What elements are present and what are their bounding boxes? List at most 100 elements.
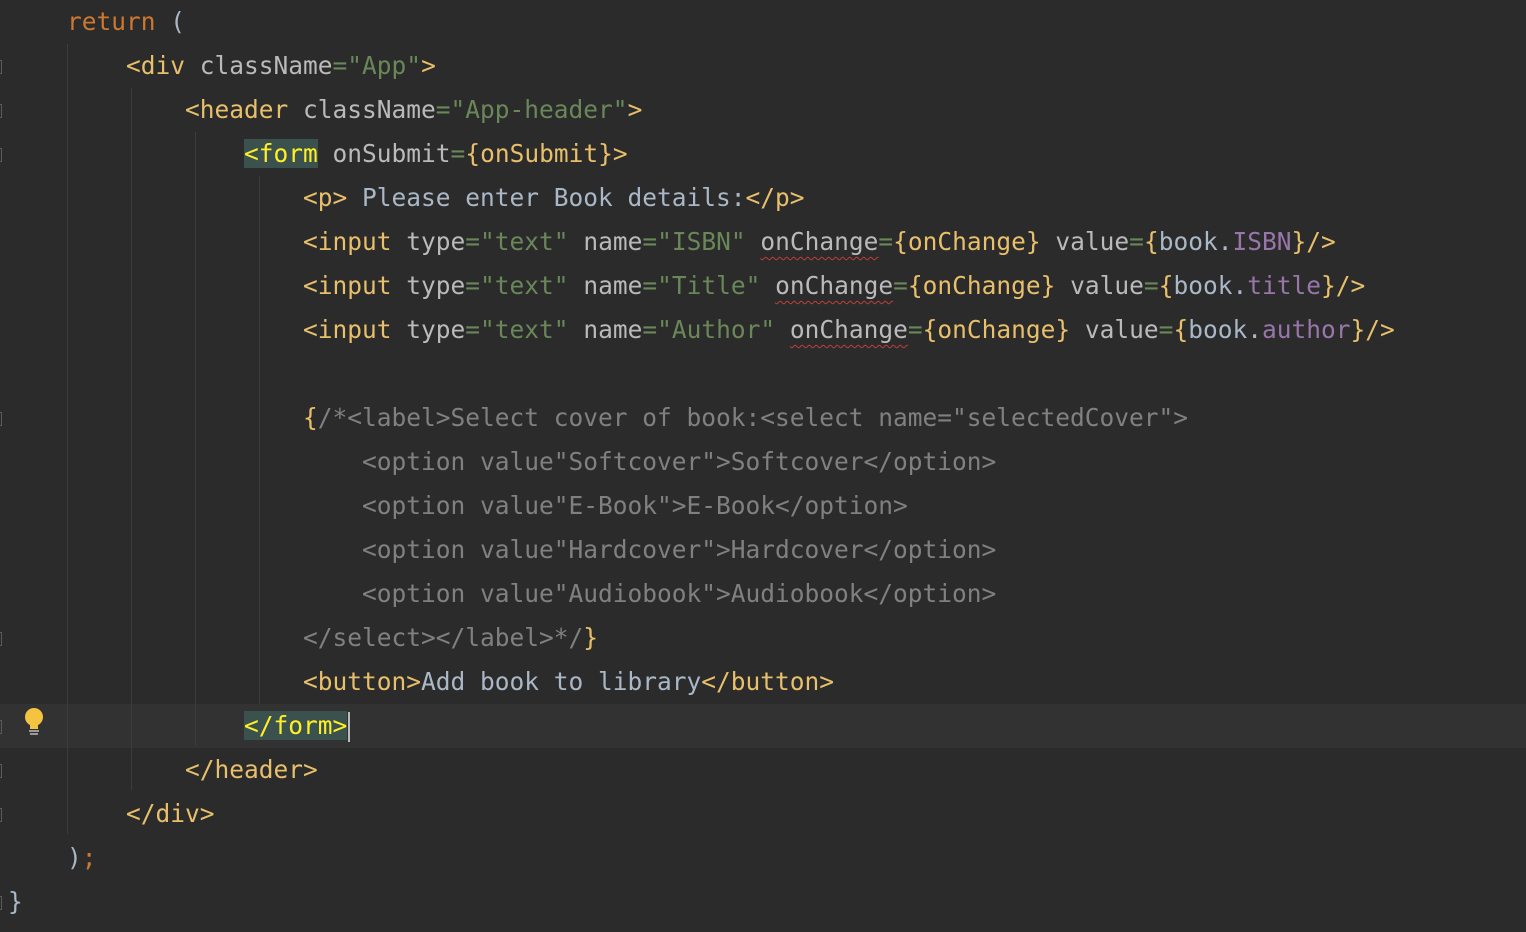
code-line[interactable]: <div className="App"> (8, 44, 436, 88)
text-caret (348, 712, 351, 742)
code-line[interactable]: </form> (8, 704, 351, 748)
code-line[interactable]: <input type="text" name="ISBN" onChange =… (8, 220, 1336, 264)
code-line[interactable]: </div> (8, 792, 215, 836)
code-token: type (391, 227, 466, 256)
code-line[interactable]: </header> (8, 748, 318, 792)
code-token: /> (1306, 227, 1336, 256)
fold-marker[interactable] (0, 148, 2, 162)
code-token: value (1070, 315, 1159, 344)
code-token: {onChange} (893, 227, 1041, 256)
code-token: > (612, 139, 628, 168)
code-token: {onSubmit} (465, 139, 613, 168)
code-token: ="text" (465, 315, 569, 344)
code-token: <button> (303, 667, 422, 696)
code-token: = (450, 139, 466, 168)
fold-marker[interactable] (0, 720, 2, 734)
code-token: <p> (303, 183, 348, 212)
code-token: /> (1335, 271, 1366, 300)
code-line[interactable]: return ( (8, 0, 185, 44)
code-token: type (391, 315, 466, 344)
code-line[interactable]: <input type="text" name="Author" onChang… (8, 308, 1395, 352)
fold-marker[interactable] (0, 808, 2, 822)
code-token: ="text" (465, 271, 569, 300)
code-token: Add book to library (421, 667, 702, 696)
code-line[interactable]: ); (8, 836, 97, 880)
code-token: ="Title" (642, 271, 761, 300)
code-token: </button> (701, 667, 835, 696)
code-token: <input (303, 227, 392, 256)
code-line[interactable]: <header className="App-header"> (8, 88, 642, 132)
code-line[interactable]: <button>Add book to library</button> (8, 660, 834, 704)
code-line[interactable]: <option value"Audiobook">Audiobook</opti… (8, 572, 996, 616)
code-token: book. (1158, 227, 1233, 256)
code-line[interactable]: <option value"Softcover">Softcover</opti… (8, 440, 996, 484)
code-token: {onChange} (907, 271, 1056, 300)
code-token: </header> (185, 755, 318, 784)
code-token: = (1129, 227, 1144, 256)
code-token: </p> (745, 183, 805, 212)
fold-marker[interactable] (0, 60, 2, 74)
code-token: title (1247, 271, 1321, 300)
code-line[interactable]: <p> Please enter Book details:</p> (8, 176, 805, 220)
code-token: Please enter Book details: (347, 183, 746, 212)
code-token: ; (81, 843, 97, 872)
code-editor[interactable]: return ( <div className="App"> <header c… (0, 0, 1526, 932)
code-token: name (568, 315, 643, 344)
fold-marker[interactable] (0, 412, 2, 426)
code-token: ="App-header" (435, 95, 628, 124)
code-line[interactable]: <option value"E-Book">E-Book</option> (8, 484, 908, 528)
code-token: book. (1188, 315, 1262, 344)
code-line[interactable]: <form onSubmit={onSubmit}> (8, 132, 628, 176)
code-token: value (1055, 271, 1144, 300)
fold-marker[interactable] (0, 764, 2, 778)
code-token: /> (1365, 315, 1395, 344)
code-token: { (1158, 271, 1174, 300)
code-token: } (1320, 271, 1336, 300)
code-line[interactable]: {/*<label>Select cover of book:<select n… (8, 396, 1188, 440)
code-token: onChange (760, 227, 879, 256)
code-line[interactable]: </select></label>*/} (8, 616, 598, 660)
code-token: </select></label>*/ (303, 623, 584, 652)
fold-marker[interactable] (0, 104, 2, 118)
code-token: } (583, 623, 599, 652)
code-token: <header (185, 95, 289, 124)
code-line[interactable]: <input type="text" name="Title" onChange… (8, 264, 1365, 308)
fold-marker[interactable] (0, 632, 2, 646)
code-token: </div> (126, 799, 215, 828)
code-token: = (907, 315, 923, 344)
code-token: ( (155, 7, 186, 36)
code-token: onSubmit (317, 139, 451, 168)
code-token: <option value"Hardcover">Hardcover</opti… (362, 535, 997, 564)
code-token: = (1143, 271, 1159, 300)
lightbulb-icon[interactable] (22, 706, 46, 738)
code-token: ) (67, 843, 82, 872)
code-line[interactable]: <option value"Hardcover">Hardcover</opti… (8, 528, 996, 572)
code-token: name (568, 227, 643, 256)
code-token: } (8, 887, 23, 916)
code-token: value (1040, 227, 1130, 256)
code-token: book. (1173, 271, 1248, 300)
code-token: ="text" (465, 227, 569, 256)
code-token: = (1158, 315, 1174, 344)
code-token: } (1291, 227, 1307, 256)
code-token: { (1143, 227, 1159, 256)
code-line[interactable]: } (8, 880, 23, 924)
fold-marker[interactable] (0, 896, 2, 910)
code-token: onChange (789, 315, 908, 344)
code-token: ="ISBN" (642, 227, 746, 256)
code-token: className (185, 51, 333, 80)
code-token: name (568, 271, 643, 300)
